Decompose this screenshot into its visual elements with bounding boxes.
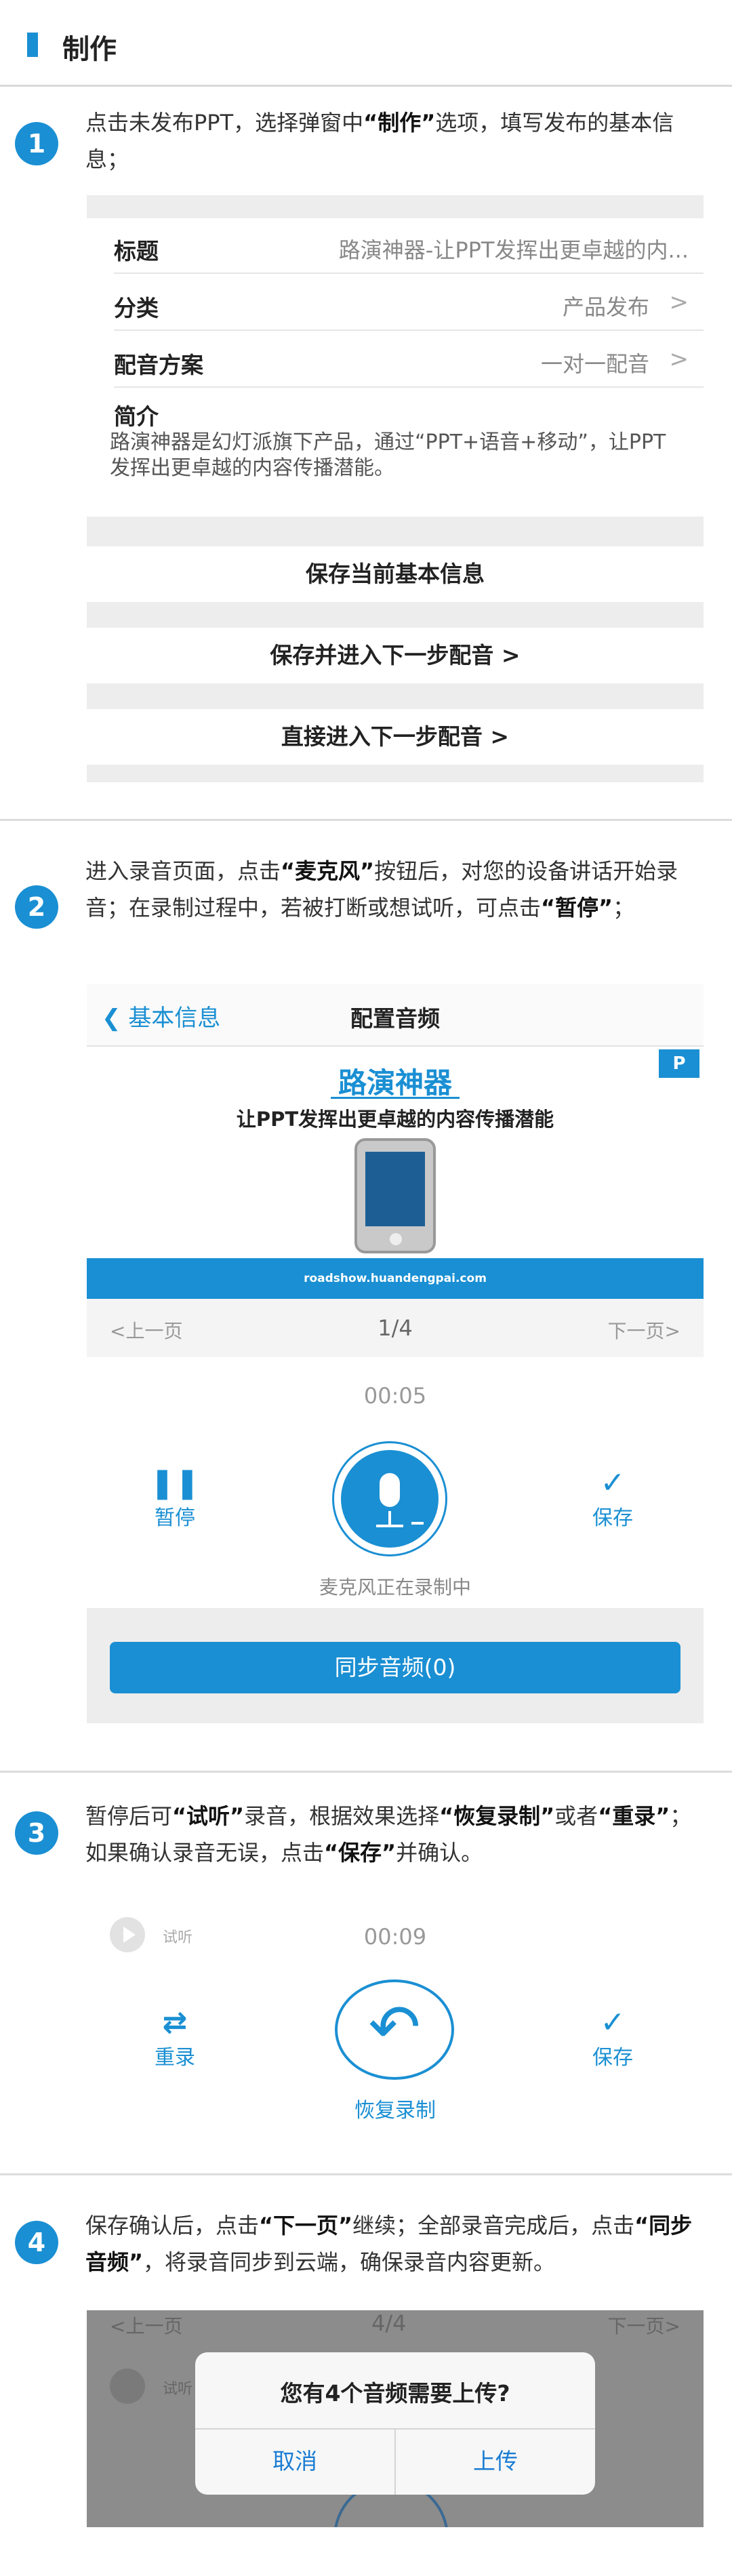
resume-record-label[interactable]: 恢复录制	[290, 2093, 500, 2123]
step-2-badge: 2	[15, 885, 58, 929]
slide-preview: P 路演神器 让PPT发挥出更卓越的内容传播潜能 roadshow.huande…	[87, 1047, 704, 1299]
phone-screen	[365, 1152, 425, 1226]
listen-label: 试听	[163, 2381, 193, 2398]
play-icon	[110, 2369, 145, 2404]
step-4-text: 保存确认后，点击“下一页”继续；全部录音完成后，点击“同步音频”，将录音同步到云…	[85, 2213, 693, 2275]
upload-button[interactable]: 上传	[396, 2428, 595, 2495]
save-button[interactable]: ✓ 保存	[579, 2005, 647, 2070]
rerecord-button[interactable]: ⇄ 重录	[141, 2005, 209, 2070]
prev-page-button: <上一页	[110, 2315, 183, 2337]
refresh-icon: ⇄	[162, 2005, 188, 2040]
phone-illustration-icon	[354, 1138, 436, 1253]
recording-status: 麦克风正在录制中	[319, 1576, 471, 1598]
step-3-text: 暂停后可“试听”录音，根据效果选择“恢复录制”或者“重录”；如果确认录音无误，点…	[85, 1803, 692, 1866]
step-4-badge: 4	[15, 2221, 58, 2264]
step-3-badge: 3	[15, 1811, 58, 1855]
form-row-title[interactable]: 标题 路演神器-让PPT发挥出更卓越的内...	[87, 218, 704, 274]
pause-button[interactable]: ❚❚ 暂停	[141, 1466, 209, 1531]
slide-brand: 路演神器	[338, 1066, 452, 1100]
category-value: 产品发布	[562, 294, 649, 320]
basic-info-form: 标题 路演神器-让PPT发挥出更卓越的内... 分类 产品发布 > 配音方案 一…	[87, 195, 704, 782]
cancel-button[interactable]: 取消	[195, 2428, 394, 2495]
save-next-button[interactable]: 保存并进入下一步配音 >	[87, 628, 704, 683]
page-indicator: 4/4	[371, 2310, 407, 2336]
form-row-category[interactable]: 分类 产品发布 >	[87, 274, 704, 331]
section-divider	[0, 819, 732, 821]
direct-next-button[interactable]: 直接进入下一步配音 >	[87, 709, 704, 765]
undo-arrow-icon: ↶	[368, 1991, 421, 2064]
slide-url: roadshow.huandengpai.com	[87, 1258, 704, 1299]
sync-audio-button[interactable]: 同步音频(0)	[110, 1642, 680, 1693]
save-label: 保存	[592, 2046, 633, 2070]
step-1-text: 点击未发布PPT，选择弹窗中“制作”选项，填写发布的基本信息；	[85, 110, 674, 172]
save-info-button[interactable]: 保存当前基本信息	[87, 546, 704, 602]
mic-base	[376, 1525, 403, 1527]
pager: <上一页 1/4 下一页>	[87, 1299, 704, 1357]
category-label: 分类	[114, 295, 159, 321]
mic-capsule	[380, 1473, 400, 1507]
upload-dialog-screen: <上一页 4/4 下一页> 试听 您有4个音频需要上传? 取消 上传	[87, 2310, 704, 2527]
mic-icon	[341, 1450, 439, 1548]
rerecord-label: 重录	[155, 2046, 195, 2070]
phone-home-button	[390, 1233, 402, 1245]
record-timer: 00:05	[363, 1383, 427, 1409]
save-label: 保存	[592, 1506, 633, 1530]
title-value: 路演神器-让PPT发挥出更卓越的内...	[338, 237, 689, 263]
checkmark-icon: ✓	[600, 1466, 626, 1500]
dialog-message: 您有4个音频需要上传?	[280, 2380, 510, 2407]
form-row-dubbing[interactable]: 配音方案 一对一配音 >	[87, 331, 704, 388]
nav-bar: ❮ 基本信息 配置音频	[87, 984, 704, 1047]
mic-level-dash	[411, 1522, 424, 1525]
slide-tagline: 让PPT发挥出更卓越的内容传播潜能	[236, 1108, 554, 1131]
intro-label: 简介	[114, 403, 159, 430]
pause-icon: ❚❚	[150, 1466, 200, 1500]
section-header: 制作	[0, 0, 732, 87]
chevron-right-icon: >	[669, 346, 689, 373]
chevron-right-icon: >	[669, 289, 689, 316]
title-label: 标题	[114, 238, 159, 264]
dubbing-label: 配音方案	[114, 352, 203, 378]
next-page-button: 下一页>	[607, 2315, 680, 2337]
dubbing-value: 一对一配音	[540, 351, 649, 377]
step-1-badge: 1	[15, 122, 58, 165]
resume-record-button[interactable]: ↶	[335, 1979, 454, 2080]
pause-label: 暂停	[155, 1506, 195, 1530]
section-title: 制作	[62, 34, 117, 65]
pause-controls: 试听 00:09 ⇄ 重录 ↶ 恢复录制 ✓ 保存	[87, 1897, 704, 2168]
intro-text: 路演神器是幻灯派旗下产品，通过“PPT+语音+移动”，让PPT发挥出更卓越的内容…	[110, 430, 666, 480]
nav-title: 配置音频	[350, 1005, 440, 1032]
mic-stem	[388, 1511, 391, 1525]
sync-area: 同步音频(0)	[87, 1608, 704, 1723]
step-2-text: 进入录音页面，点击“麦克风”按钮后，对您的设备讲话开始录音；在录制过程中，若被打…	[85, 858, 678, 921]
microphone-button[interactable]	[332, 1441, 447, 1556]
recorder-screen: ❮ 基本信息 配置音频 P 路演神器 让PPT发挥出更卓越的内容传播潜能 roa…	[87, 984, 704, 1723]
playback-timer: 00:09	[363, 1924, 427, 1950]
upload-confirm-dialog: 您有4个音频需要上传? 取消 上传	[195, 2352, 595, 2495]
save-button[interactable]: ✓ 保存	[579, 1466, 647, 1531]
slide-underline	[331, 1097, 460, 1099]
checkmark-icon: ✓	[600, 2005, 626, 2040]
form-row-intro[interactable]: 简介 路演神器是幻灯派旗下产品，通过“PPT+语音+移动”，让PPT发挥出更卓越…	[87, 388, 704, 517]
section-divider	[0, 1771, 732, 1773]
section-divider	[0, 2173, 732, 2175]
next-page-button[interactable]: 下一页>	[608, 1316, 680, 1344]
header-accent-bar	[27, 33, 38, 57]
